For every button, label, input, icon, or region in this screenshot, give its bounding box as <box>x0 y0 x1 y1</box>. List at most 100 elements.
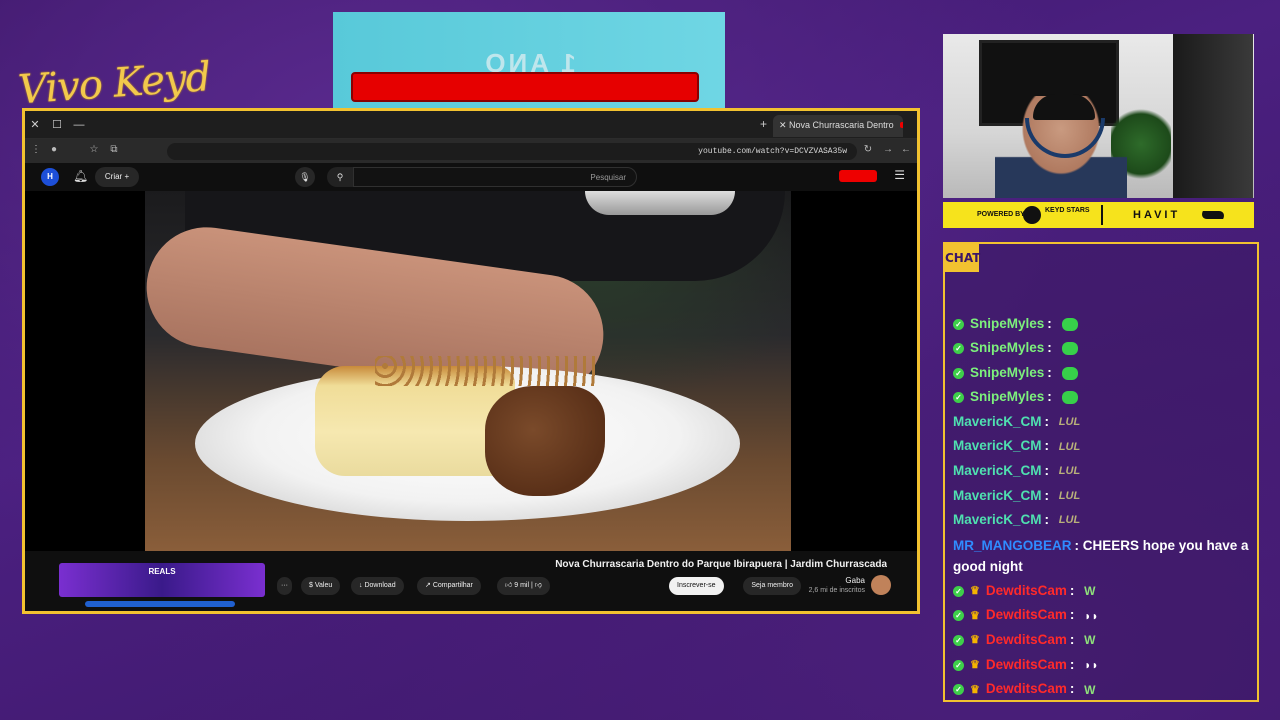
youtube-header: H 🔔︎ Criar + 🎙︎ ⚲ Pesquisar ☰ <box>25 163 917 191</box>
chat-separator: : <box>1044 438 1053 454</box>
bookmark-star-icon[interactable]: ☆ <box>87 144 101 155</box>
chat-separator: : <box>1069 607 1079 623</box>
chat-message: MavericK_CM: LUL <box>953 410 1253 435</box>
member-button[interactable]: Seja membro <box>743 577 801 595</box>
lul-emote-icon: LUL <box>1058 489 1081 502</box>
browser-titlebar: ✕ ☐ — + ✕ Nova Churrascaria Dentro <box>25 111 917 139</box>
chat-message: ✓ ♛ DewditsCam: ◗◗ <box>953 653 1253 678</box>
share-button[interactable]: ↗ Compartilhar <box>417 577 481 595</box>
youtube-logo[interactable] <box>839 170 877 182</box>
url-field[interactable]: youtube.com/watch?v=DCVZVASA35w <box>167 143 857 160</box>
video-crumbs <box>375 356 595 386</box>
tab-close-icon[interactable]: ✕ <box>779 120 789 130</box>
chat-username[interactable]: DewditsCam <box>986 583 1067 598</box>
maximize-icon[interactable]: ☐ <box>49 117 65 133</box>
thanks-button[interactable]: $ Valeu <box>301 577 341 595</box>
dislike-icon: 👎︎ <box>534 582 542 589</box>
channel-avatar[interactable] <box>871 575 891 595</box>
chat-separator: : <box>1044 512 1053 528</box>
forward-icon[interactable]: → <box>881 144 895 155</box>
chat-username[interactable]: SnipeMyles <box>970 316 1044 331</box>
powered-brand-name: KEYD STARS <box>1045 207 1090 214</box>
chat-username[interactable]: MavericK_CM <box>953 414 1042 429</box>
chat-username[interactable]: SnipeMyles <box>970 365 1044 380</box>
back-icon[interactable]: ← <box>899 144 913 155</box>
youtube-favicon-icon <box>900 122 903 128</box>
chat-message: MavericK_CM: LUL <box>953 508 1253 533</box>
lul-emote-icon: LUL <box>1058 440 1081 453</box>
chat-username[interactable]: SnipeMyles <box>970 340 1044 355</box>
chat-username[interactable]: MR_MANGOBEAR <box>953 538 1072 553</box>
promo-card[interactable]: REALS <box>59 563 265 597</box>
verified-badge-icon: ✓ <box>953 392 964 404</box>
chat-separator: : <box>1069 681 1079 697</box>
close-icon[interactable]: ✕ <box>27 117 43 133</box>
reload-icon[interactable]: ↻ <box>861 144 875 155</box>
like-button[interactable]: 👍︎ 9 mil | 👎︎ <box>497 577 550 595</box>
chat-separator: : <box>1069 656 1079 672</box>
subscribe-button[interactable]: Inscrever-se <box>669 577 724 595</box>
like-icon: 👍︎ <box>505 582 515 589</box>
keyd-stars-logo-icon <box>1023 206 1041 224</box>
powered-by-label: POWERED BY <box>977 211 1025 218</box>
chat-username[interactable]: MavericK_CM <box>953 512 1042 527</box>
lul-emote-icon: LUL <box>1058 465 1081 478</box>
download-button[interactable]: ↓ Download <box>351 577 404 595</box>
banner-red-bar <box>351 72 699 102</box>
chat-username[interactable]: DewditsCam <box>986 681 1067 696</box>
webcam-flag <box>1173 34 1253 198</box>
new-tab-icon[interactable]: + <box>760 117 767 131</box>
browser-tab[interactable]: ✕ Nova Churrascaria Dentro <box>773 115 903 137</box>
chat-message: MavericK_CM: LUL <box>953 484 1253 509</box>
chat-message: MR_MANGOBEAR: CHEERS hope you have a goo… <box>953 535 1253 577</box>
sponsor-name: HAVIT <box>1133 209 1181 221</box>
chat-username[interactable]: DewditsCam <box>986 607 1067 622</box>
hamburger-menu-icon[interactable]: ☰ <box>894 168 905 182</box>
chat-message: ✓ ♛ DewditsCam: W <box>953 579 1253 604</box>
download-label: Download <box>364 582 396 589</box>
profile-avatar[interactable]: H <box>41 168 59 186</box>
chat-separator: : <box>1044 487 1053 503</box>
chat-username[interactable]: DewditsCam <box>986 632 1067 647</box>
search-input[interactable]: Pesquisar <box>353 167 637 187</box>
chat-username[interactable]: MavericK_CM <box>953 463 1042 478</box>
voice-search-icon[interactable]: 🎙︎ <box>295 167 315 187</box>
crown-badge-icon: ♛ <box>970 634 980 647</box>
chat-message: MavericK_CM: LUL <box>953 459 1253 484</box>
promo-card-bar <box>85 601 235 607</box>
chat-panel: CHAT ✓ SnipeMyles: ✓ SnipeMyles: ✓ SnipeMyl… <box>943 242 1259 702</box>
green-emote-icon <box>1061 366 1078 380</box>
w-emote-icon: W <box>1084 682 1096 697</box>
chat-username[interactable]: DewditsCam <box>986 657 1067 672</box>
chat-message: ✓ ♛ DewditsCam: W <box>953 628 1253 653</box>
channel-name[interactable]: Gaba <box>845 576 865 585</box>
chat-separator: : <box>1047 389 1056 405</box>
notifications-bell-icon[interactable]: 🔔︎ <box>73 169 88 183</box>
chat-message: ✓ SnipeMyles: <box>953 336 1253 360</box>
create-button-label: Criar <box>104 172 123 181</box>
verified-badge-icon: ✓ <box>953 610 964 622</box>
chat-username[interactable]: MavericK_CM <box>953 488 1042 503</box>
sponsor-bar: POWERED BY KEYD STARS HAVIT <box>943 202 1254 228</box>
chat-separator: : <box>1047 316 1056 331</box>
chat-username[interactable]: MavericK_CM <box>953 438 1042 453</box>
sponsor-divider <box>1101 205 1103 225</box>
menu-dots-icon[interactable]: ⋮ <box>29 144 43 155</box>
more-actions-button[interactable]: ··· <box>277 577 292 595</box>
crown-badge-icon: ♛ <box>970 609 980 622</box>
video-title: Nova Churrascaria Dentro do Parque Ibira… <box>555 559 887 570</box>
video-frame[interactable] <box>145 191 791 551</box>
video-player[interactable] <box>25 191 917 551</box>
create-button[interactable]: Criar + <box>95 167 139 187</box>
extension-icon[interactable]: ● <box>47 144 61 155</box>
chat-message: ✓ SnipeMyles: <box>953 385 1253 409</box>
chat-message-list: ✓ SnipeMyles: ✓ SnipeMyles: ✓ SnipeMyles: ✓… <box>953 312 1253 702</box>
lul-emote-icon: LUL <box>1058 514 1081 527</box>
search-icon[interactable]: ⚲ <box>327 167 353 187</box>
chat-username[interactable]: SnipeMyles <box>970 389 1044 404</box>
w-emote-icon: W <box>1084 633 1096 648</box>
chat-separator: : <box>1047 364 1056 380</box>
channel-subscribers: 2,6 mi de inscritos <box>808 587 865 594</box>
cast-icon[interactable]: ⧉ <box>107 144 121 155</box>
minimize-icon[interactable]: — <box>71 117 87 133</box>
